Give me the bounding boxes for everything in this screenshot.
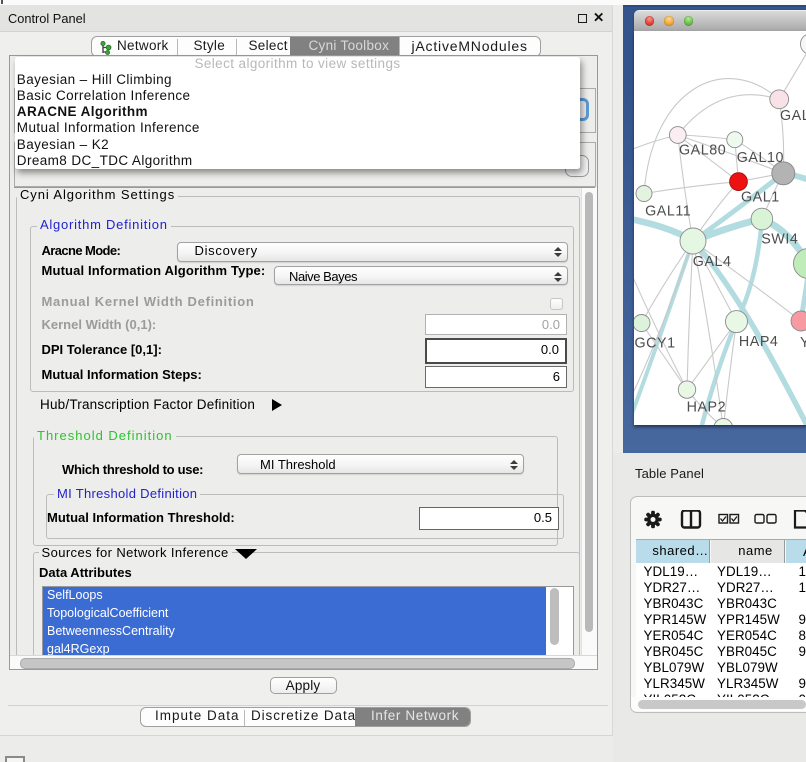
svg-text:GAL10: GAL10 <box>736 150 783 166</box>
svg-text:SWI4: SWI4 <box>761 232 798 248</box>
svg-text:Y: Y <box>800 335 806 351</box>
svg-text:HAP2: HAP2 <box>686 400 726 416</box>
svg-text:GCY1: GCY1 <box>634 336 675 352</box>
svg-text:GAL1: GAL1 <box>741 190 780 206</box>
svg-text:GAL80: GAL80 <box>679 142 726 158</box>
svg-text:GAL7: GAL7 <box>780 108 806 124</box>
svg-text:HAP4: HAP4 <box>738 334 778 350</box>
svg-text:GAL11: GAL11 <box>645 204 691 220</box>
svg-text:GAL4: GAL4 <box>692 254 731 270</box>
